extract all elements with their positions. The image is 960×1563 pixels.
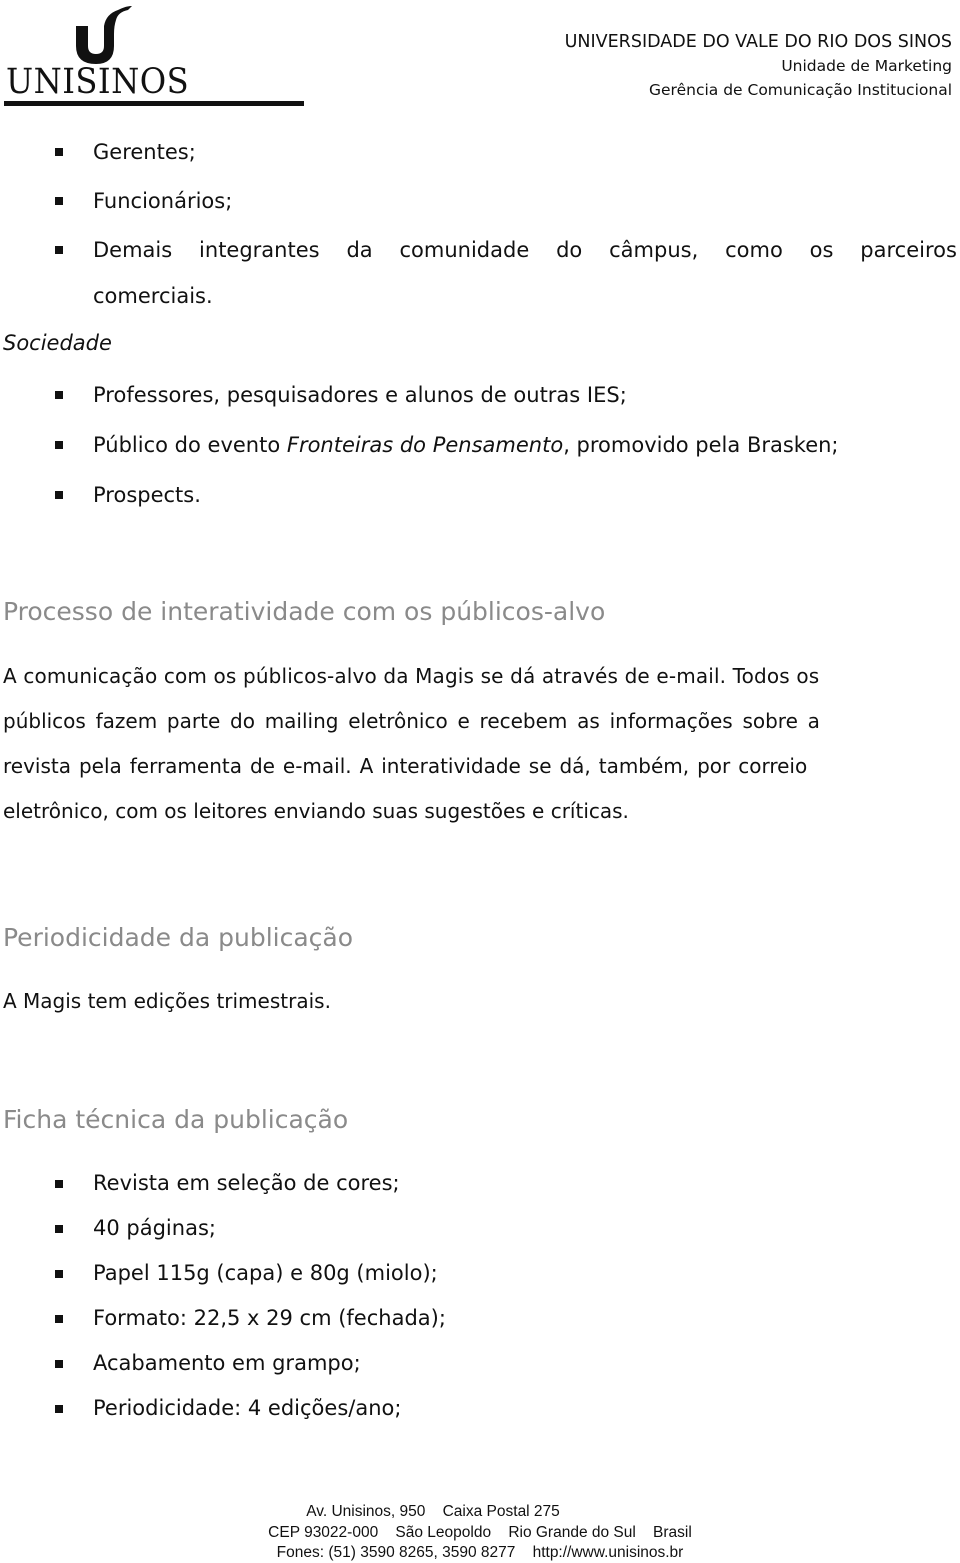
bullet-icon (55, 1225, 63, 1233)
list-item-text-line2: comerciais. (93, 284, 213, 308)
list-item-text: Formato: 22,5 x 29 cm (fechada); (93, 1306, 446, 1330)
unisinos-logo-icon (76, 6, 132, 64)
word: do (556, 238, 583, 262)
list-item-text: Revista em seleção de cores; (93, 1171, 400, 1195)
paragraph-line: eletrônico, com os leitores enviando sua… (3, 799, 629, 823)
bullet-icon (55, 246, 63, 254)
paragraph-line: A comunicação com os públicos-alvo da Ma… (3, 664, 820, 688)
list-item-text: Professores, pesquisadores e alunos de o… (93, 383, 627, 407)
list-item-text: 40 páginas; (93, 1216, 216, 1240)
section-heading-ficha: Ficha técnica da publicação (3, 1105, 349, 1134)
text-segment: Público do evento (93, 433, 287, 457)
footer-address: Av. Unisinos, 950 Caixa Postal 275 (306, 1503, 560, 1520)
bullet-icon (55, 1180, 63, 1188)
word: Demais (93, 238, 173, 262)
footer-contact: Fones: (51) 3590 8265, 3590 8277 http://… (276, 1544, 684, 1561)
list-item-text: Público do evento Fronteiras do Pensamen… (93, 433, 839, 457)
event-name: Fronteiras do Pensamento (286, 433, 564, 457)
bullet-icon (55, 391, 63, 399)
bullet-icon (55, 441, 63, 449)
bullet-icon (55, 1360, 63, 1368)
sociedade-label: Sociedade (3, 331, 112, 355)
bullet-icon (55, 1270, 63, 1278)
list-item-text: Prospects. (93, 483, 201, 507)
word: comunidade (399, 238, 530, 262)
word: integrantes (199, 238, 320, 262)
section-heading-periodicidade: Periodicidade da publicação (3, 923, 354, 952)
word: câmpus, (609, 238, 699, 262)
bullet-icon (55, 197, 63, 205)
list-item-text: Funcionários; (93, 189, 233, 213)
paragraph-line: revista pela ferramenta de e-mail. A int… (3, 754, 808, 778)
list-item-text-line1: Demais integrantes da comunidade do câmp… (93, 238, 957, 262)
word: como (725, 238, 783, 262)
list-item-text: Periodicidade: 4 edições/ano; (93, 1396, 402, 1420)
word: parceiros (860, 238, 957, 262)
header-rule (4, 101, 304, 106)
department-name: Gerência de Comunicação Institucional (649, 81, 952, 99)
text-segment: , promovido pela Brasken; (563, 433, 839, 457)
bullet-icon (55, 1315, 63, 1323)
list-item-text: Papel 115g (capa) e 80g (miolo); (93, 1261, 438, 1285)
bullet-icon (55, 1405, 63, 1413)
bullet-icon (55, 148, 63, 156)
unit-name: Unidade de Marketing (781, 57, 952, 75)
list-item-text: Gerentes; (93, 140, 196, 164)
word: os (809, 238, 834, 262)
footer-location: CEP 93022-000 São Leopoldo Rio Grande do… (268, 1524, 692, 1541)
institution-name: UNIVERSIDADE DO VALE DO RIO DOS SINOS (564, 32, 952, 52)
bullet-icon (55, 491, 63, 499)
list-item-text: Acabamento em grampo; (93, 1351, 361, 1375)
paragraph-line: públicos fazem parte do mailing eletrôni… (3, 709, 820, 733)
word: da (346, 238, 373, 262)
section-heading-interatividade: Processo de interatividade com os públic… (3, 597, 606, 626)
periodicidade-text: A Magis tem edições trimestrais. (3, 989, 331, 1013)
logo-wordmark: UNISINOS (6, 62, 190, 102)
